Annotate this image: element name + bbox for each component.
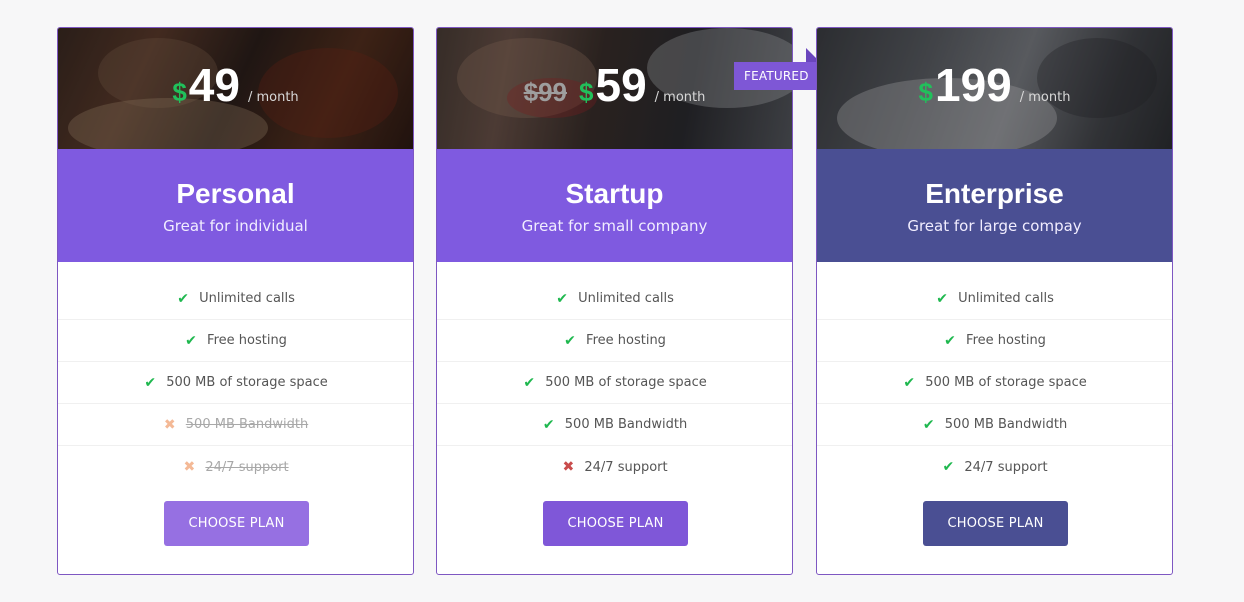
pricing-card-personal: $ 49 / month Personal Great for individu… [57, 27, 414, 575]
feature-item: ✔ 24/7 support [817, 446, 1172, 488]
old-price: $99 [523, 77, 568, 107]
plan-price: $ 199 / month [817, 60, 1172, 110]
feature-item: ✖ 24/7 support [437, 446, 792, 488]
pricing-card-startup: $99 $ 59 / month FEATURED Startup Great … [436, 27, 820, 575]
check-icon: ✔ [942, 459, 955, 475]
feature-list: ✔ Unlimited calls ✔ Free hosting ✔ 500 MB o… [437, 278, 792, 488]
feature-text: Unlimited calls [199, 291, 295, 306]
feature-item: ✔ 500 MB of storage space [437, 362, 792, 404]
currency-symbol: $ [579, 77, 594, 107]
feature-text: 500 MB Bandwidth [944, 417, 1068, 432]
plan-name: Personal [176, 178, 295, 209]
plan-header: Personal Great for individual [58, 149, 413, 262]
feature-item: ✔ Free hosting [437, 320, 792, 362]
feature-item: ✔ Free hosting [817, 320, 1172, 362]
cross-icon: ✖ [183, 459, 196, 475]
feature-text: 500 MB of storage space [925, 375, 1087, 390]
plan-header: Startup Great for small company [437, 149, 792, 262]
feature-text: Free hosting [586, 333, 666, 348]
check-icon: ✔ [523, 374, 536, 391]
price-period: / month [654, 90, 706, 105]
check-icon: ✔ [144, 374, 157, 391]
feature-text: 500 MB Bandwidth [185, 417, 309, 432]
pricing-table: $ 49 / month Personal Great for individu… [0, 0, 1244, 602]
feature-item: ✔ 500 MB of storage space [817, 362, 1172, 404]
choose-plan-button[interactable]: CHOOSE PLAN [164, 501, 309, 546]
feature-item: ✔ 500 MB Bandwidth [437, 404, 792, 446]
plan-hero-image: $ 199 / month [817, 28, 1172, 149]
feature-text: 500 MB Bandwidth [564, 417, 688, 432]
price-amount: 59 [595, 59, 647, 111]
feature-text: 24/7 support [205, 459, 289, 475]
feature-list: ✔ Unlimited calls ✔ Free hosting ✔ 500 MB o… [58, 278, 413, 488]
plan-name: Startup [565, 178, 664, 209]
currency-symbol: $ [918, 77, 933, 107]
feature-text: 24/7 support [964, 459, 1048, 475]
feature-text: 24/7 support [584, 459, 668, 475]
price-amount: 199 [935, 59, 1012, 111]
plan-name: Enterprise [925, 178, 1064, 209]
price-amount: 49 [188, 59, 240, 111]
feature-text: Unlimited calls [958, 291, 1054, 306]
feature-item: ✖ 24/7 support [58, 446, 413, 488]
feature-item: ✔ Free hosting [58, 320, 413, 362]
check-icon: ✔ [177, 290, 189, 307]
feature-text: 500 MB of storage space [166, 375, 328, 390]
check-icon: ✔ [556, 290, 568, 307]
price-period: / month [1019, 90, 1071, 105]
check-icon: ✔ [944, 332, 956, 349]
check-icon: ✔ [185, 332, 197, 349]
feature-text: Unlimited calls [578, 291, 674, 306]
plan-tagline: Great for small company [521, 217, 708, 235]
pricing-card-enterprise: $ 199 / month Enterprise Great for large… [816, 27, 1173, 575]
plan-tagline: Great for large compay [907, 217, 1082, 235]
plan-header: Enterprise Great for large compay [817, 149, 1172, 262]
price-period: / month [247, 90, 299, 105]
cross-icon: ✖ [562, 459, 575, 475]
feature-item: ✔ Unlimited calls [817, 278, 1172, 320]
plan-price: $ 49 / month [58, 60, 413, 110]
feature-item: ✔ Unlimited calls [58, 278, 413, 320]
feature-list: ✔ Unlimited calls ✔ Free hosting ✔ 500 MB o… [817, 278, 1172, 488]
feature-item: ✖ 500 MB Bandwidth [58, 404, 413, 446]
feature-item: ✔ 500 MB Bandwidth [817, 404, 1172, 446]
feature-item: ✔ Unlimited calls [437, 278, 792, 320]
plan-tagline: Great for individual [163, 217, 308, 235]
check-icon: ✔ [936, 290, 948, 307]
feature-item: ✔ 500 MB of storage space [58, 362, 413, 404]
choose-plan-button[interactable]: CHOOSE PLAN [923, 501, 1068, 546]
feature-text: 500 MB of storage space [545, 375, 707, 390]
feature-text: Free hosting [966, 333, 1046, 348]
choose-plan-button[interactable]: CHOOSE PLAN [543, 501, 688, 546]
check-icon: ✔ [922, 416, 935, 433]
feature-text: Free hosting [207, 333, 287, 348]
featured-badge: FEATURED [734, 48, 820, 90]
check-icon: ✔ [542, 416, 555, 433]
cross-icon: ✖ [163, 416, 176, 433]
check-icon: ✔ [564, 332, 576, 349]
currency-symbol: $ [172, 77, 187, 107]
check-icon: ✔ [903, 374, 916, 391]
plan-hero-image: $ 49 / month [58, 28, 413, 149]
